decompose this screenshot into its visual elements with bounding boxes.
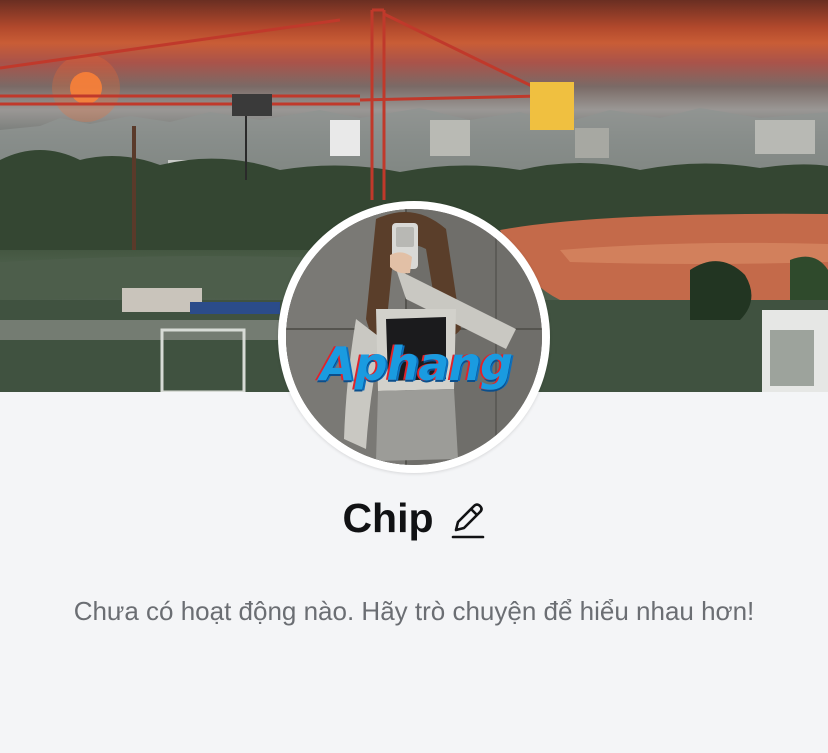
avatar-watermark: Aphang xyxy=(320,337,513,391)
pencil-icon[interactable] xyxy=(450,500,486,540)
profile-name: Chip xyxy=(342,495,434,541)
empty-activity-message: Chưa có hoạt động nào. Hãy trò chuyện để… xyxy=(73,596,755,626)
profile-name-row: Chip xyxy=(0,488,828,548)
avatar[interactable]: Aphang xyxy=(286,209,542,465)
